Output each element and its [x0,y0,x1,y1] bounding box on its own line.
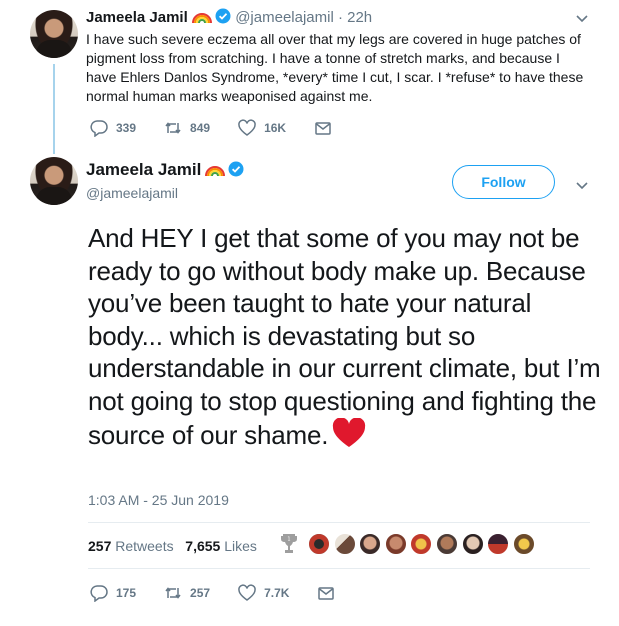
liker-avatar[interactable] [333,533,356,555]
retweet-count: 257 [190,586,211,600]
main-author-handle[interactable]: @jameelajamil [86,185,178,201]
like-heart-icon [238,119,256,136]
retweet-icon [165,587,181,599]
liker-avatar[interactable] [487,533,510,555]
thread-connector-line [53,64,55,154]
stats-top-divider [88,522,590,523]
main-author-avatar[interactable] [30,157,78,205]
retweets-stat-label: Retweets [115,538,174,554]
reply-action-bar: 339 849 16K [90,119,368,137]
rainbow-emoji-icon [205,166,226,176]
reply-author-name[interactable]: Jameela Jamil [86,9,188,26]
reply-tweet-text: I have such severe eczema all over that … [86,31,584,104]
envelope-icon [318,587,335,600]
main-more-chevron-icon[interactable] [576,177,588,193]
reply-icon [90,120,108,137]
stats-bottom-divider [88,568,590,569]
verified-badge-icon [215,8,231,24]
like-count: 7.7K [264,586,290,600]
reply-author-avatar[interactable] [30,10,78,58]
main-author-name-row: Jameela Jamil [86,160,244,180]
main-tweet-text: And HEY I get that some of you may not b… [88,222,608,451]
verified-badge-icon [228,161,244,177]
rainbow-emoji-icon [191,13,212,23]
main-reply-button[interactable]: 175 [90,584,136,602]
retweet-count: 849 [190,121,211,135]
reply-retweet-button[interactable]: 849 [164,119,210,137]
follow-button[interactable]: Follow [452,165,555,199]
reply-handle-and-time[interactable]: @jameelajamil · 22h [235,9,372,26]
retweets-stat-count: 257 [88,538,112,554]
tweet-timestamp[interactable]: 1:03 AM - 25 Jun 2019 [88,492,229,508]
liker-avatar[interactable] [435,533,458,555]
main-dm-button[interactable] [317,584,343,602]
red-heart-emoji-icon [333,417,366,447]
main-retweet-button[interactable]: 257 [164,584,210,602]
liker-avatars: 1 [280,532,538,556]
envelope-icon [315,122,331,135]
reply-icon [90,585,108,602]
liker-avatar[interactable] [384,533,407,555]
retweets-stat[interactable]: 257 Retweets [88,538,174,554]
reply-dm-button[interactable] [314,119,340,137]
reply-like-button[interactable]: 16K [238,119,286,137]
liker-avatar[interactable] [512,533,535,555]
liker-avatar[interactable] [359,533,382,555]
reply-reply-button[interactable]: 339 [90,119,136,137]
main-tweet-body: And HEY I get that some of you may not b… [88,223,601,450]
likes-stat-count: 7,655 [185,538,221,554]
liker-avatar[interactable] [308,533,330,555]
like-count: 16K [264,121,287,135]
liker-avatar[interactable] [410,533,433,555]
svg-text:1: 1 [287,537,290,543]
main-like-button[interactable]: 7.7K [238,584,289,602]
reply-tweet-header: Jameela Jamil @jameelajamil · 22h [86,8,372,27]
reply-count: 175 [116,586,137,600]
main-action-bar: 175 257 7.7K [90,584,371,602]
likes-stat-label: Likes [224,538,257,554]
main-author-name[interactable]: Jameela Jamil [86,160,201,179]
liker-avatar[interactable] [461,533,484,555]
retweet-icon [165,122,181,134]
trophy-icon[interactable]: 1 [280,532,298,556]
likes-stat[interactable]: 7,655 Likes [185,538,257,554]
like-heart-icon [238,584,256,601]
reply-count: 339 [116,121,137,135]
reply-more-chevron-icon[interactable] [576,10,588,26]
engagement-stats: 257 Retweets 7,655 Likes [88,538,257,554]
